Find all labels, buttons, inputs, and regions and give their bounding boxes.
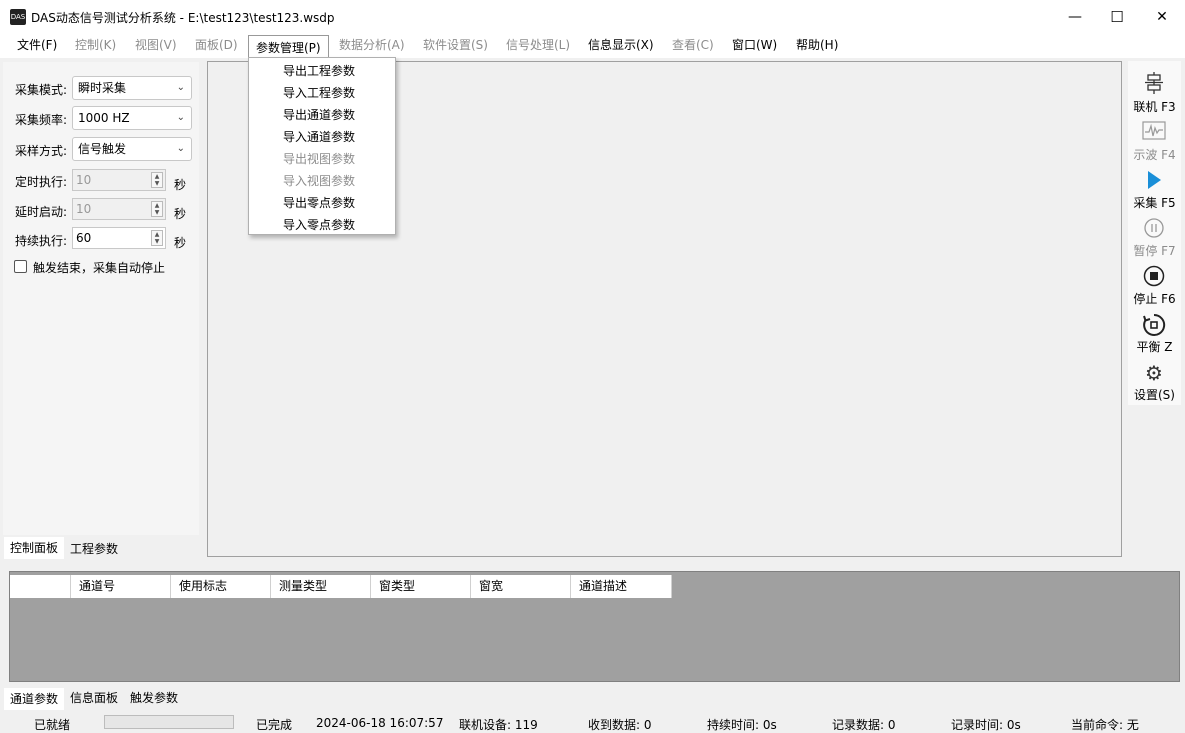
network-icon (1142, 71, 1166, 95)
title-bar: DAS DAS动态信号测试分析系统 - E:\test123\test123.w… (0, 0, 1185, 33)
minimize-button[interactable]: — (1052, 0, 1098, 33)
pause-icon (1142, 216, 1166, 240)
waveform-icon (1142, 119, 1166, 143)
dropdown-item[interactable]: 导入零点参数 (283, 216, 355, 233)
tab-info-panel[interactable]: 信息面板 (64, 687, 125, 709)
menu-view[interactable]: 视图(V) (135, 37, 177, 56)
stepper-arrows-icon[interactable]: ▲ ▼ (151, 201, 163, 217)
stepper-arrows-icon[interactable]: ▲ ▼ (151, 172, 163, 188)
gear-icon: ⚙ (1145, 361, 1163, 385)
dropdown-item[interactable]: 导入工程参数 (283, 84, 355, 101)
table-header-cell[interactable]: 窗类型 (371, 575, 471, 598)
progress-bar (104, 715, 234, 729)
chevron-down-icon: ⌄ (176, 143, 185, 154)
menu-file[interactable]: 文件(F) (17, 37, 57, 56)
play-icon (1142, 168, 1166, 192)
balance-icon (1142, 313, 1166, 337)
table-header-cell[interactable]: 测量类型 (271, 575, 371, 598)
chevron-down-icon: ⌄ (176, 82, 185, 93)
timed-label: 定时执行: (15, 175, 68, 189)
freq-select[interactable]: 1000 HZ ⌄ (72, 106, 192, 130)
chevron-down-icon: ⌄ (176, 112, 185, 123)
duration-stepper[interactable]: 60 ▲ ▼ (72, 227, 166, 249)
dropdown-item[interactable]: 导入通道参数 (283, 128, 355, 145)
menu-info-display[interactable]: 信息显示(X) (588, 37, 654, 56)
stepper-arrows-icon[interactable]: ▲ ▼ (151, 230, 163, 246)
auto-stop-checkbox[interactable] (14, 260, 27, 273)
tab-project-params[interactable]: 工程参数 (64, 538, 125, 560)
table-header-cell[interactable]: 通道号 (71, 575, 171, 598)
sample-select[interactable]: 信号触发 ⌄ (72, 137, 192, 161)
freq-select-value: 1000 HZ (78, 111, 130, 125)
close-button[interactable]: ✕ (1139, 0, 1185, 33)
balance-label: 平衡 Z (1136, 340, 1173, 354)
menu-params-label: 参数管理(P) (256, 41, 321, 55)
menu-signal-processing[interactable]: 信号处理(L) (506, 37, 570, 56)
status-recorded: 记录数据: 0 (832, 718, 896, 732)
menu-software-settings[interactable]: 软件设置(S) (423, 37, 488, 56)
menu-data-analysis[interactable]: 数据分析(A) (339, 37, 405, 56)
sample-select-value: 信号触发 (78, 142, 127, 156)
duration-unit: 秒 (174, 236, 187, 250)
dropdown-item[interactable]: 导出通道参数 (283, 106, 355, 123)
timed-unit: 秒 (174, 178, 187, 192)
control-panel: 采集模式: 瞬时采集 ⌄ 采集频率: 1000 HZ ⌄ 采样方式: 信号触发 … (3, 62, 199, 535)
scope-label: 示波 F4 (1133, 148, 1176, 162)
delay-label: 延时启动: (15, 205, 68, 219)
settings-label: 设置(S) (1134, 388, 1175, 402)
window-title: DAS动态信号测试分析系统 - E:\test123\test123.wsdp (31, 11, 335, 25)
table-header-cell[interactable]: 通道描述 (571, 575, 672, 598)
status-bar: 已就绪 已完成 2024-06-18 16:07:57 联机设备: 119 收到… (0, 711, 1185, 733)
tab-channel-params[interactable]: 通道参数 (4, 688, 65, 710)
freq-label: 采集频率: (15, 113, 68, 127)
timed-stepper[interactable]: 10 ▲ ▼ (72, 169, 166, 191)
auto-stop-label: 触发结束，采集自动停止 (33, 261, 166, 275)
menu-params[interactable]: 参数管理(P) (248, 35, 329, 57)
dropdown-item[interactable]: 导出视图参数 (283, 150, 355, 167)
right-toolbar: 联机 F3 示波 F4 采集 F5 暂停 F7 停止 F6 平衡 Z ⚙ 设置(… (1128, 61, 1181, 405)
tab-trigger-params[interactable]: 触发参数 (124, 687, 185, 709)
menu-bar: 文件(F) 控制(K) 视图(V) 面板(D) 数据分析(A) 软件设置(S) … (0, 33, 1185, 58)
menu-panel[interactable]: 面板(D) (195, 37, 238, 56)
menu-help[interactable]: 帮助(H) (796, 37, 838, 56)
status-done: 已完成 (256, 718, 293, 732)
params-dropdown-menu: 导出工程参数 导入工程参数 导出通道参数 导入通道参数 导出视图参数 导入视图参数 导出零点… (248, 57, 396, 235)
menu-inspect[interactable]: 查看(C) (672, 37, 714, 56)
menu-window[interactable]: 窗口(W) (732, 37, 777, 56)
duration-label: 持续执行: (15, 234, 68, 248)
channel-table[interactable]: 通道号 使用标志 测量类型 窗类型 窗宽 通道描述 (9, 571, 1180, 682)
delay-stepper[interactable]: 10 ▲ ▼ (72, 198, 166, 220)
status-devices: 联机设备: 119 (459, 718, 538, 732)
status-ready: 已就绪 (34, 718, 71, 732)
dropdown-item[interactable]: 导出工程参数 (283, 62, 355, 79)
table-header-cell[interactable]: 使用标志 (171, 575, 271, 598)
status-datetime: 2024-06-18 16:07:57 (316, 716, 444, 730)
mode-label: 采集模式: (15, 83, 68, 97)
table-header-cell[interactable] (10, 575, 71, 598)
sample-label: 采样方式: (15, 144, 68, 158)
app-icon: DAS (10, 9, 26, 25)
collect-label: 采集 F5 (1133, 196, 1176, 210)
delay-unit: 秒 (174, 207, 187, 221)
dropdown-item[interactable]: 导入视图参数 (283, 172, 355, 189)
stop-icon (1142, 264, 1166, 288)
mode-select-value: 瞬时采集 (78, 81, 127, 95)
pause-label: 暂停 F7 (1133, 244, 1176, 258)
maximize-button[interactable]: ☐ (1094, 0, 1140, 33)
stop-label: 停止 F6 (1133, 292, 1176, 306)
mode-select[interactable]: 瞬时采集 ⌄ (72, 76, 192, 100)
duration-value: 60 (76, 231, 92, 245)
menu-control[interactable]: 控制(K) (75, 37, 116, 56)
dropdown-item[interactable]: 导出零点参数 (283, 194, 355, 211)
delay-value: 10 (76, 202, 92, 216)
table-header-cell[interactable]: 窗宽 (471, 575, 571, 598)
tab-control-panel[interactable]: 控制面板 (4, 537, 65, 559)
connect-label: 联机 F3 (1133, 100, 1176, 114)
status-received: 收到数据: 0 (588, 718, 652, 732)
status-record-time: 记录时间: 0s (951, 718, 1021, 732)
timed-value: 10 (76, 173, 92, 187)
status-duration: 持续时间: 0s (707, 718, 777, 732)
status-current-cmd: 当前命令: 无 (1071, 718, 1139, 732)
